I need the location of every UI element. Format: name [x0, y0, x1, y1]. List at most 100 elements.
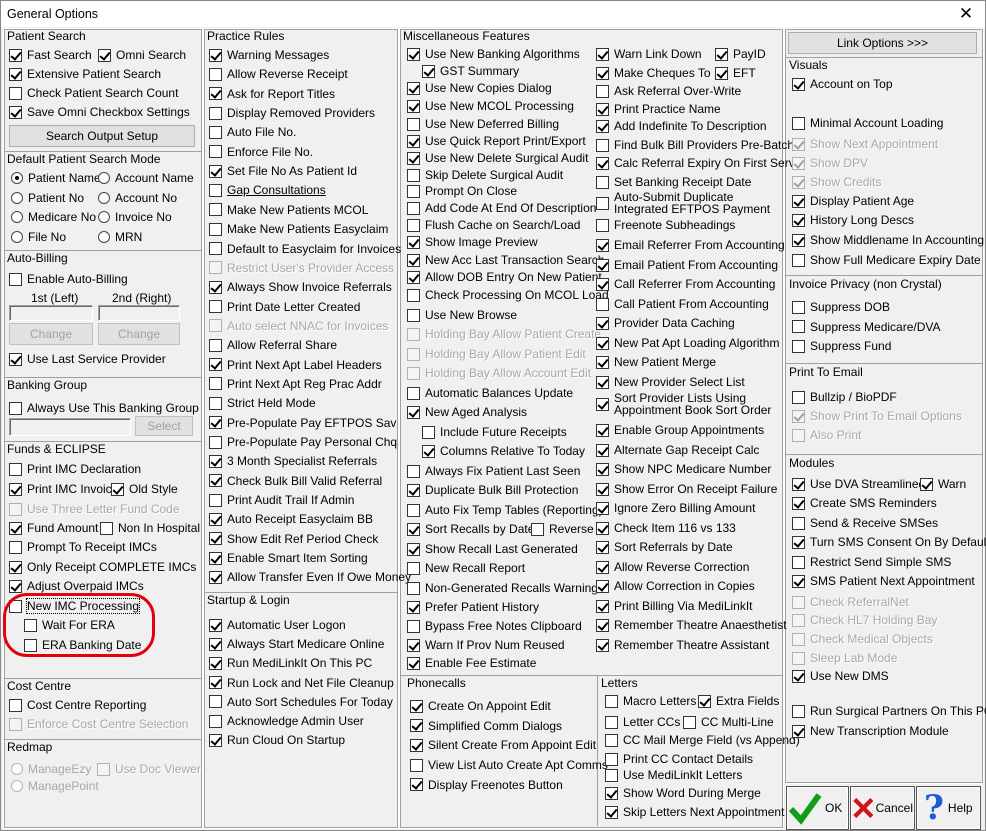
checkbox-box[interactable]	[596, 238, 609, 252]
create-sms-reminders-checkbox[interactable]: Create SMS Reminders	[792, 496, 937, 510]
checkbox-box[interactable]	[792, 156, 805, 170]
print-practice-name-checkbox[interactable]: Print Practice Name	[596, 102, 721, 116]
display-freenotes-button-checkbox[interactable]: Display Freenotes Button	[410, 778, 563, 792]
make-new-patients-mcol-checkbox[interactable]: Make New Patients MCOL	[209, 203, 368, 217]
change-first-button[interactable]: Change	[9, 323, 93, 345]
checkbox-box[interactable]	[407, 327, 420, 341]
checkbox-box[interactable]	[792, 669, 805, 683]
enable-group-appointments-checkbox[interactable]: Enable Group Appointments	[596, 423, 764, 437]
suppress-dob-checkbox[interactable]: Suppress DOB	[792, 300, 890, 314]
checkbox-box[interactable]	[792, 477, 805, 491]
checkbox-box[interactable]	[209, 261, 222, 275]
radio-circle[interactable]	[98, 211, 110, 223]
checkbox-box[interactable]	[407, 464, 420, 478]
payid-checkbox[interactable]: PayID	[715, 47, 766, 61]
non-in-hospital-checkbox[interactable]: Non In Hospital	[100, 521, 200, 535]
checkbox-box[interactable]	[698, 694, 711, 708]
show-word-during-merge-checkbox[interactable]: Show Word During Merge	[605, 786, 761, 800]
checkbox-box[interactable]	[407, 600, 420, 614]
print-next-apt-label-headers-checkbox[interactable]: Print Next Apt Label Headers	[209, 358, 382, 372]
run-medilinkit-on-this-pc-checkbox[interactable]: Run MediLinkIt On This PC	[209, 656, 372, 670]
checkbox-box[interactable]	[209, 164, 222, 178]
checkbox-box[interactable]	[407, 619, 420, 633]
checkbox-box[interactable]	[9, 86, 22, 100]
radio-manageezy[interactable]: ManageEzy	[11, 762, 91, 776]
radio-circle[interactable]	[98, 172, 110, 184]
enable-auto-billing-checkbox[interactable]: Enable Auto-Billing	[9, 272, 128, 286]
search-output-setup-button[interactable]: Search Output Setup	[9, 125, 195, 147]
check-bulk-bill-valid-referral-checkbox[interactable]: Check Bulk Bill Valid Referral	[209, 474, 382, 488]
checkbox-box[interactable]	[209, 67, 222, 81]
prompt-on-close-checkbox[interactable]: Prompt On Close	[407, 184, 517, 198]
print-imc-invoice-checkbox[interactable]: Print IMC Invoice	[9, 482, 118, 496]
radio-patient-no[interactable]: Patient No	[11, 191, 84, 205]
checkbox-box[interactable]	[531, 522, 544, 536]
print-cc-contact-details-checkbox[interactable]: Print CC Contact Details	[605, 752, 753, 766]
add-indefinite-to-description-checkbox[interactable]: Add Indefinite To Description	[596, 119, 767, 133]
checkbox-box[interactable]	[792, 704, 805, 718]
checkbox-box[interactable]	[98, 48, 111, 62]
checkbox-box[interactable]	[596, 618, 609, 632]
checkbox-box[interactable]	[209, 416, 222, 430]
alternate-gap-receipt-calc-checkbox[interactable]: Alternate Gap Receipt Calc	[596, 443, 759, 457]
restrict-user-s-provider-access-checkbox[interactable]: Restrict User's Provider Access	[209, 261, 394, 275]
turn-sms-consent-on-by-default-checkbox[interactable]: Turn SMS Consent On By Default	[792, 535, 986, 549]
checkbox-box[interactable]	[209, 570, 222, 584]
extensive-patient-search-checkbox[interactable]: Extensive Patient Search	[9, 67, 161, 81]
use-doc-viewer-checkbox[interactable]: Use Doc Viewer	[97, 762, 201, 776]
checkbox-box[interactable]	[792, 409, 805, 423]
checkbox-box[interactable]	[9, 352, 22, 366]
checkbox-box[interactable]	[209, 512, 222, 526]
checkbox-box[interactable]	[407, 99, 420, 113]
use-new-delete-surgical-audit-checkbox[interactable]: Use New Delete Surgical Audit	[407, 151, 588, 165]
checkbox-box[interactable]	[596, 462, 609, 476]
checkbox-box[interactable]	[596, 197, 609, 210]
checkbox-box[interactable]	[792, 213, 805, 227]
checkbox-box[interactable]	[605, 805, 618, 819]
fund-amount-checkbox[interactable]: Fund Amount	[9, 521, 98, 535]
checkbox-box[interactable]	[605, 733, 618, 747]
find-bulk-bill-providers-pre-batch-checkbox[interactable]: Find Bulk Bill Providers Pre-Batch	[596, 138, 794, 152]
checkbox-box[interactable]	[97, 762, 110, 776]
sms-patient-next-appointment-checkbox[interactable]: SMS Patient Next Appointment	[792, 574, 975, 588]
show-image-preview-checkbox[interactable]: Show Image Preview	[407, 235, 538, 249]
checkbox-box[interactable]	[792, 194, 805, 208]
auto-file-no-checkbox[interactable]: Auto File No.	[209, 125, 296, 139]
checkbox-box[interactable]	[9, 105, 22, 119]
show-middlename-in-accounting-checkbox[interactable]: Show Middlename In Accounting	[792, 233, 984, 247]
warn-link-down-checkbox[interactable]: Warn Link Down	[596, 47, 702, 61]
checkbox-box[interactable]	[422, 444, 435, 458]
show-next-appointment-checkbox[interactable]: Show Next Appointment	[792, 137, 938, 151]
freenote-subheadings-checkbox[interactable]: Freenote Subheadings	[596, 218, 735, 232]
checkbox-box[interactable]	[209, 203, 222, 217]
checkbox-box[interactable]	[209, 145, 222, 159]
radio-circle[interactable]	[11, 780, 23, 792]
checkbox-box[interactable]	[596, 277, 609, 291]
checkbox-box[interactable]	[209, 454, 222, 468]
checkbox-box[interactable]	[596, 540, 609, 554]
use-new-browse-checkbox[interactable]: Use New Browse	[407, 308, 517, 322]
display-patient-age-checkbox[interactable]: Display Patient Age	[792, 194, 914, 208]
use-quick-report-print-export-checkbox[interactable]: Use Quick Report Print/Export	[407, 134, 586, 148]
checkbox-box[interactable]	[209, 551, 222, 565]
show-dpv-checkbox[interactable]: Show DPV	[792, 156, 868, 170]
enforce-file-no-checkbox[interactable]: Enforce File No.	[209, 145, 313, 159]
checkbox-box[interactable]	[209, 280, 222, 294]
skip-delete-surgical-audit-checkbox[interactable]: Skip Delete Surgical Audit	[407, 168, 563, 182]
checkbox-box[interactable]	[792, 253, 805, 267]
email-referrer-from-accounting-checkbox[interactable]: Email Referrer From Accounting	[596, 238, 785, 252]
checkbox-box[interactable]	[596, 336, 609, 350]
checkbox-box[interactable]	[9, 272, 22, 286]
checkbox-box[interactable]	[410, 778, 423, 792]
letter-ccs-checkbox[interactable]: Letter CCs	[605, 715, 680, 729]
checkbox-box[interactable]	[9, 482, 22, 496]
allow-transfer-even-if-owe-money-checkbox[interactable]: Allow Transfer Even If Owe Money	[209, 570, 411, 584]
cancel-button[interactable]: Cancel	[850, 786, 915, 830]
checkbox-box[interactable]	[792, 77, 805, 91]
print-date-letter-created-checkbox[interactable]: Print Date Letter Created	[209, 300, 360, 314]
checkbox-box[interactable]	[9, 560, 22, 574]
checkbox-box[interactable]	[209, 48, 222, 62]
make-new-patients-easyclaim-checkbox[interactable]: Make New Patients Easyclaim	[209, 222, 388, 236]
checkbox-box[interactable]	[407, 134, 420, 148]
checkbox-box[interactable]	[920, 477, 933, 491]
